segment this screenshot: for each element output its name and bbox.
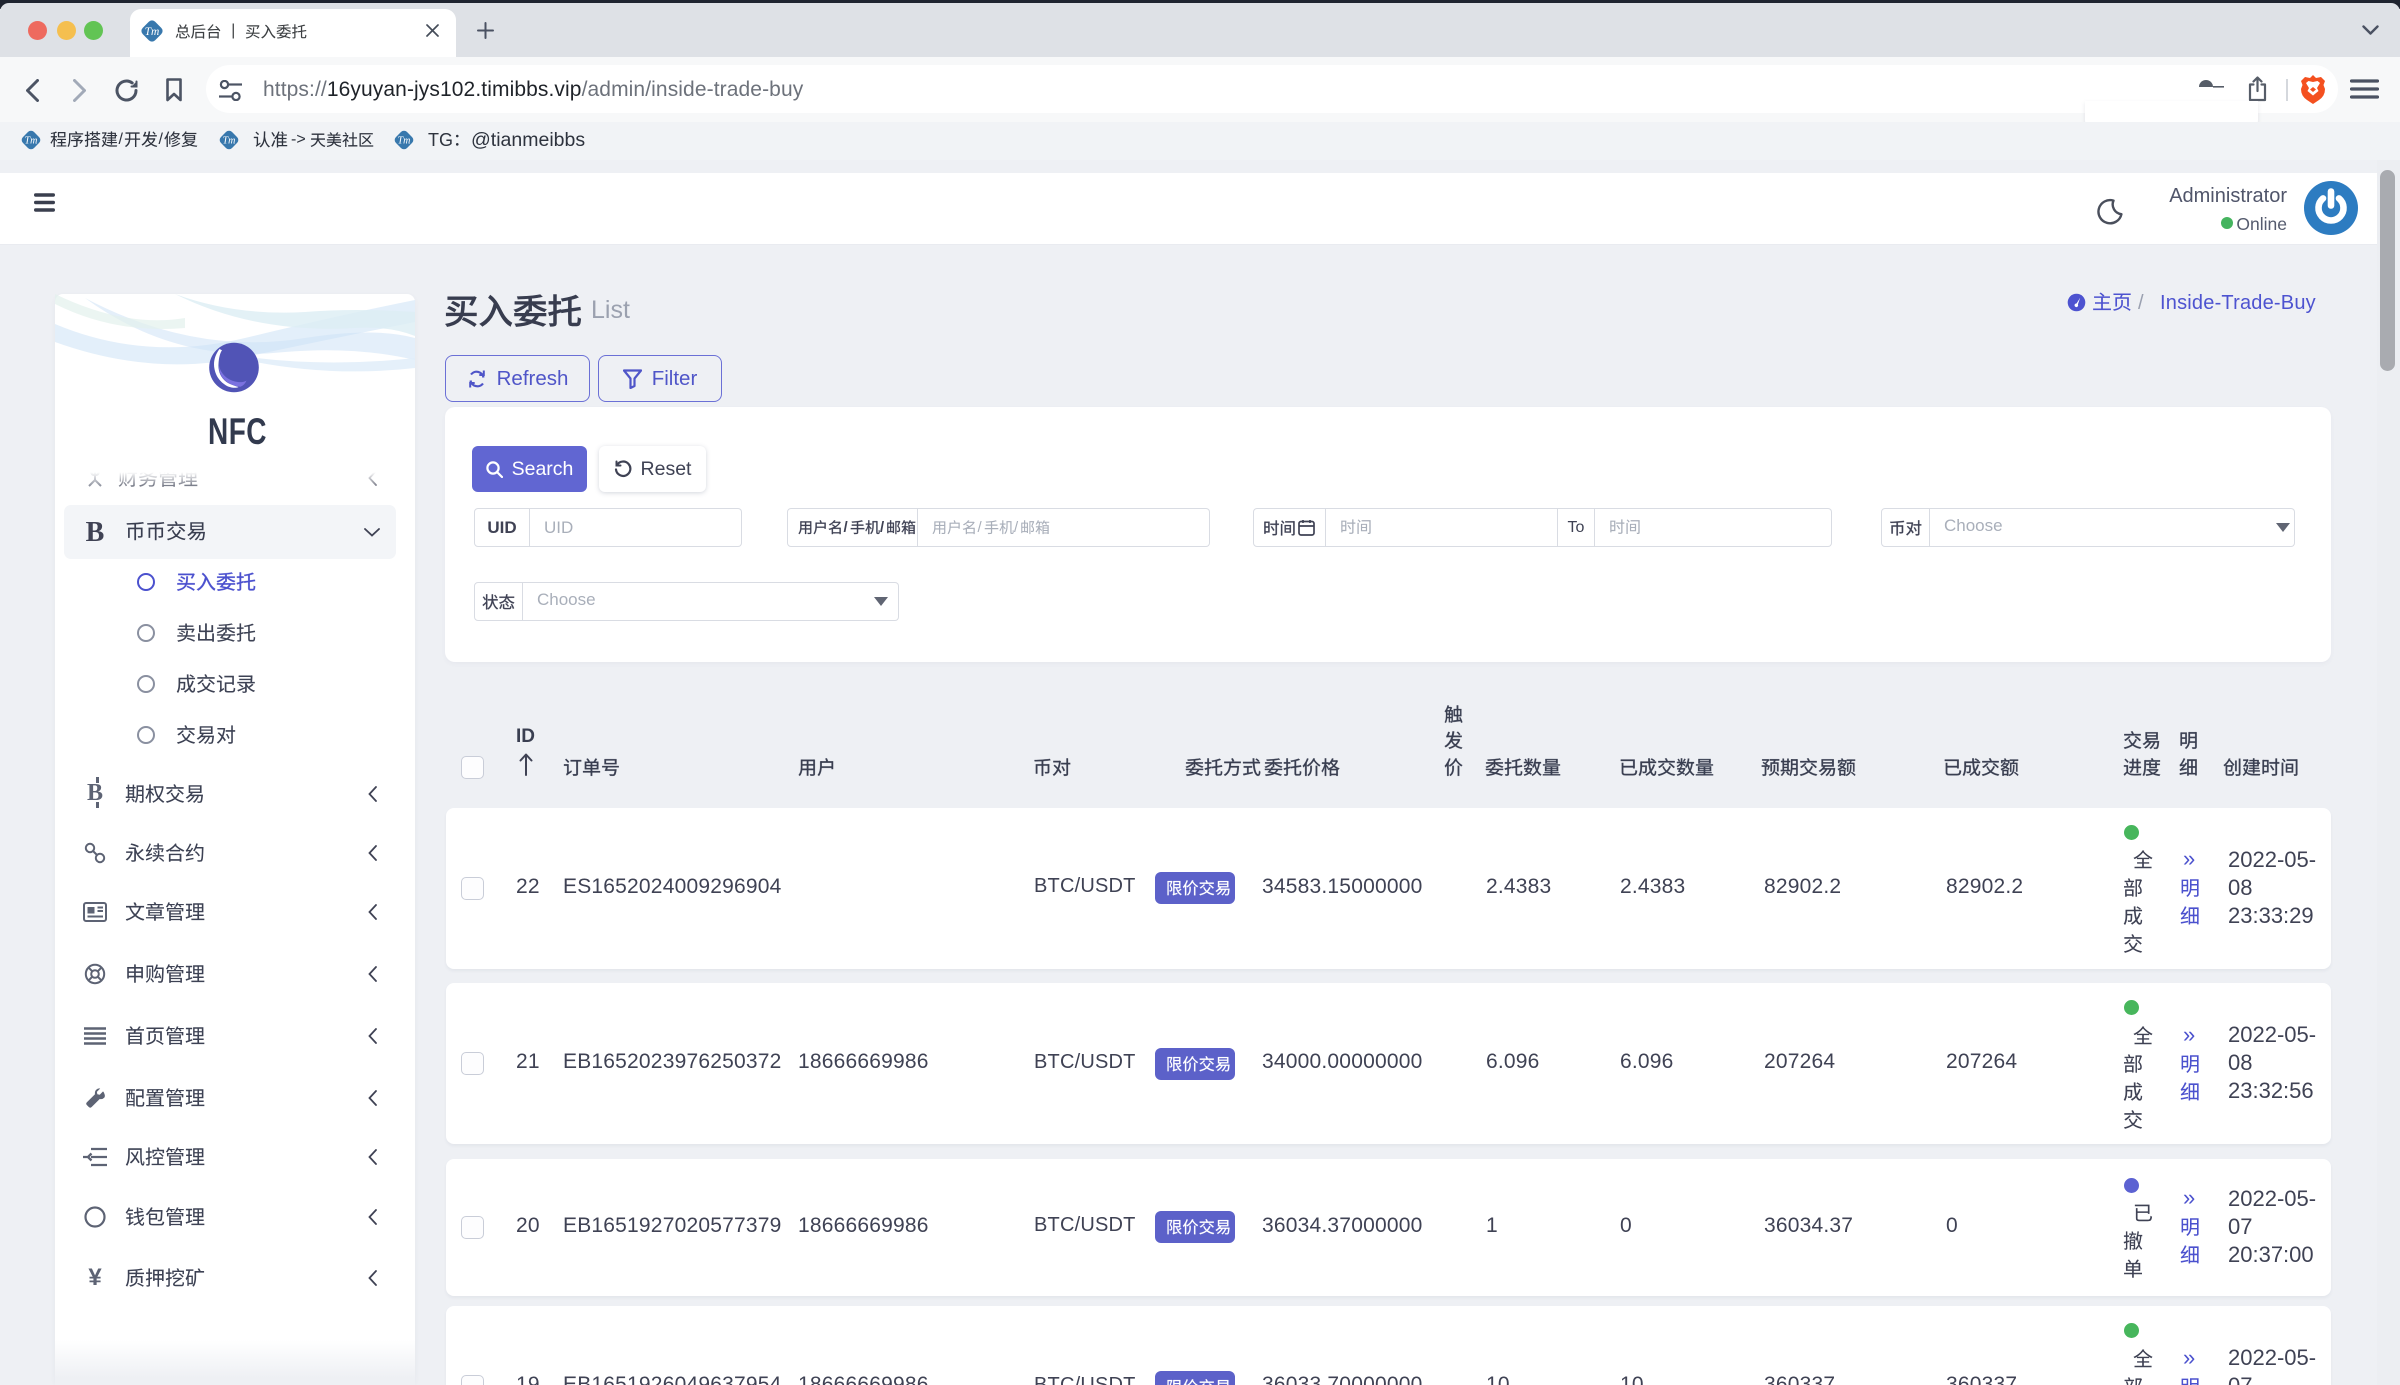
svg-text:Tm: Tm (145, 26, 160, 38)
svg-text:Tm: Tm (25, 135, 38, 146)
svg-text:Tm: Tm (223, 135, 236, 146)
svg-text:Tm: Tm (398, 135, 411, 146)
